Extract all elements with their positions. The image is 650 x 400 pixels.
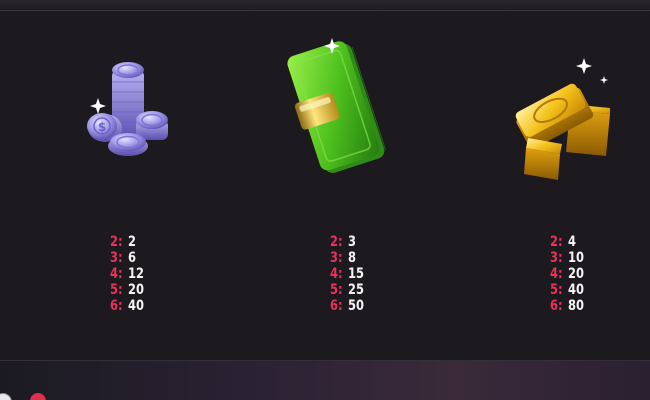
pay-row: 5: 40 (550, 282, 585, 298)
pay-row: 2: 3 (330, 234, 357, 250)
pay-row: 2: 4 (550, 234, 577, 250)
pay-row: 2: 2 (110, 234, 137, 250)
pay-row: 5: 25 (330, 282, 365, 298)
pay-row: 4: 20 (550, 266, 585, 282)
paytable-silver-coins: 2: 2 3: 6 4: 12 5: 20 6: 40 (110, 234, 230, 314)
silver-coins-icon: $ (60, 30, 180, 190)
symbol-cash-stack: 2: 3 3: 8 4: 15 5: 25 6: 50 (280, 0, 400, 360)
gold-bars-icon (500, 30, 620, 190)
symbol-silver-coins: $ 2: 2 3: 6 4: 12 5: 20 6: 40 (60, 0, 180, 360)
pay-row: 6: 50 (330, 298, 365, 314)
svg-text:$: $ (98, 120, 106, 134)
pay-row: 5: 20 (110, 282, 145, 298)
pay-row: 6: 80 (550, 298, 585, 314)
cash-stack-icon (280, 30, 400, 190)
symbol-gold-bars: 2: 4 3: 10 4: 20 5: 40 6: 80 (500, 0, 620, 360)
paytable-cash-stack: 2: 3 3: 8 4: 15 5: 25 6: 50 (330, 234, 450, 314)
pay-row: 4: 15 (330, 266, 365, 282)
pay-row: 3: 6 (110, 250, 137, 266)
pay-row: 3: 10 (550, 250, 585, 266)
paytable-page: $ 2: 2 3: 6 4: 12 5: 20 6: 40 2: 3 3: 8 … (0, 0, 650, 400)
bottom-bar (0, 360, 650, 400)
paytable-gold-bars: 2: 4 3: 10 4: 20 5: 40 6: 80 (550, 234, 650, 314)
pay-row: 4: 12 (110, 266, 145, 282)
pay-row: 6: 40 (110, 298, 145, 314)
pay-row: 3: 8 (330, 250, 357, 266)
